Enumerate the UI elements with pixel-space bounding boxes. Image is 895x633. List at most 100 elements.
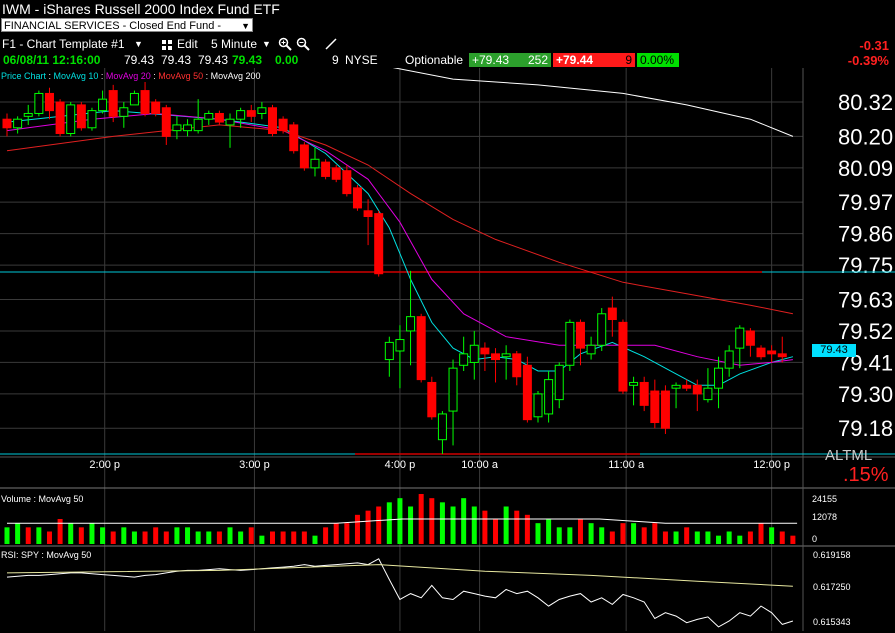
candle-body (629, 381, 639, 386)
candle-body (724, 350, 734, 369)
candle-body (129, 92, 139, 106)
candlestick (321, 159, 331, 180)
template-chevron-icon[interactable]: ▼ (134, 35, 143, 53)
rsi-tick-mid: 0.617250 (813, 582, 851, 592)
candle-body (639, 381, 649, 406)
volume-bar (556, 527, 562, 544)
candle-body (204, 112, 214, 120)
candle-body (480, 347, 490, 355)
interval-chevron-icon[interactable]: ▼ (262, 35, 271, 53)
candle-body (544, 379, 554, 415)
volume-bar (131, 531, 137, 544)
candle-body (416, 316, 426, 381)
candle-body (98, 98, 108, 112)
y-tick-label: 79.30 (838, 382, 893, 407)
candle-body (437, 413, 447, 441)
candlestick (565, 319, 575, 372)
candle-body (352, 187, 362, 209)
volume-bar (503, 506, 509, 544)
x-tick-label: 4:00 p (385, 459, 416, 471)
volume-tick-high: 24155 (812, 494, 838, 504)
sector-dropdown[interactable]: FINANCIAL SERVICES - Closed End Fund - E… (1, 18, 253, 46)
volume-bar (684, 527, 690, 544)
corner-pct: .15% (843, 464, 889, 486)
quote-exchange: NYSE (345, 53, 378, 67)
quote-low: 79.43 (198, 53, 229, 67)
volume-bar (769, 527, 775, 544)
candle-body (331, 167, 341, 180)
candle-body (682, 384, 692, 389)
candlestick (66, 102, 76, 137)
candle-body (491, 353, 501, 361)
candle-body (161, 107, 171, 137)
legend-ma20: MovAvg 20 (105, 71, 151, 81)
candle-body (257, 107, 267, 114)
candle-body (34, 92, 44, 114)
candlestick (299, 142, 309, 171)
quote-datetime: 06/08/11 12:16:00 (3, 53, 101, 67)
volume-bar (429, 498, 435, 544)
volume-bar (185, 527, 191, 544)
volume-tick-mid: 12078 (812, 512, 838, 522)
volume-bar (163, 531, 169, 544)
volume-bar (100, 527, 106, 544)
volume-bar (344, 523, 350, 544)
template-menu[interactable]: F1 - Chart Template #1 (2, 35, 125, 53)
volume-bar (641, 527, 647, 544)
volume-bar (280, 531, 286, 544)
optionable-label: Optionable (405, 53, 464, 67)
pct-change-box: 0.00% (637, 53, 679, 67)
candle-body (214, 112, 224, 123)
volume-bar (482, 510, 488, 544)
candlestick (278, 116, 288, 134)
candle-body (55, 101, 65, 135)
volume-bar (301, 531, 307, 544)
volume-bar (121, 527, 127, 544)
candle-body (87, 110, 97, 129)
candlestick (108, 84, 118, 123)
volume-tick-low: 0 (812, 534, 818, 544)
volume-bar (376, 506, 382, 544)
candlestick (331, 164, 341, 183)
candlestick (352, 185, 362, 211)
candlestick (87, 107, 97, 131)
interval-dropdown[interactable]: 5 Minute (211, 35, 257, 53)
edit-grid-icon[interactable] (161, 35, 173, 53)
candle-body (66, 104, 76, 135)
bid-price: +79.43 (469, 53, 521, 67)
volume-bar (174, 527, 180, 544)
volume-bar (514, 510, 520, 544)
y-tick-label: 79.18 (838, 416, 893, 441)
chart-toolbar: F1 - Chart Template #1 ▼ Edit 5 Minute ▼ (0, 35, 560, 53)
candle-body (777, 353, 787, 358)
candle-body (363, 210, 373, 217)
candle-body (597, 313, 607, 346)
quote-open: 79.43 (124, 53, 155, 67)
candle-body (119, 107, 129, 117)
candle-body (533, 393, 543, 418)
candle-body (501, 353, 511, 358)
volume-bar (493, 519, 499, 544)
candle-body (607, 307, 617, 321)
ask-size: 9 (617, 53, 635, 67)
candlestick (268, 104, 277, 137)
y-tick-label: 79.86 (838, 222, 893, 247)
volume-bar (737, 535, 743, 544)
rsi-label: RSI: SPY : MovAvg 50 (1, 550, 92, 560)
y-tick-label: 79.52 (838, 319, 893, 344)
candle-body (44, 92, 54, 112)
x-tick-label: 12:00 p (753, 459, 790, 471)
candle-body (289, 124, 299, 152)
price-chart[interactable]: 80.32 80.20 80.09 79.97 79.86 79.75 79.63 79.52… (0, 68, 895, 633)
volume-bar (726, 531, 732, 544)
volume-bar (270, 531, 275, 544)
volume-bar (471, 506, 477, 544)
volume-bar (206, 531, 212, 544)
candle-body (586, 344, 596, 355)
volume-bar (609, 531, 615, 544)
chevron-down-icon: ▼ (241, 21, 250, 31)
candlestick (34, 90, 44, 117)
candlestick (289, 122, 299, 154)
last-price-marker: 79.43 (812, 344, 856, 357)
edit-button[interactable]: Edit (177, 35, 198, 53)
